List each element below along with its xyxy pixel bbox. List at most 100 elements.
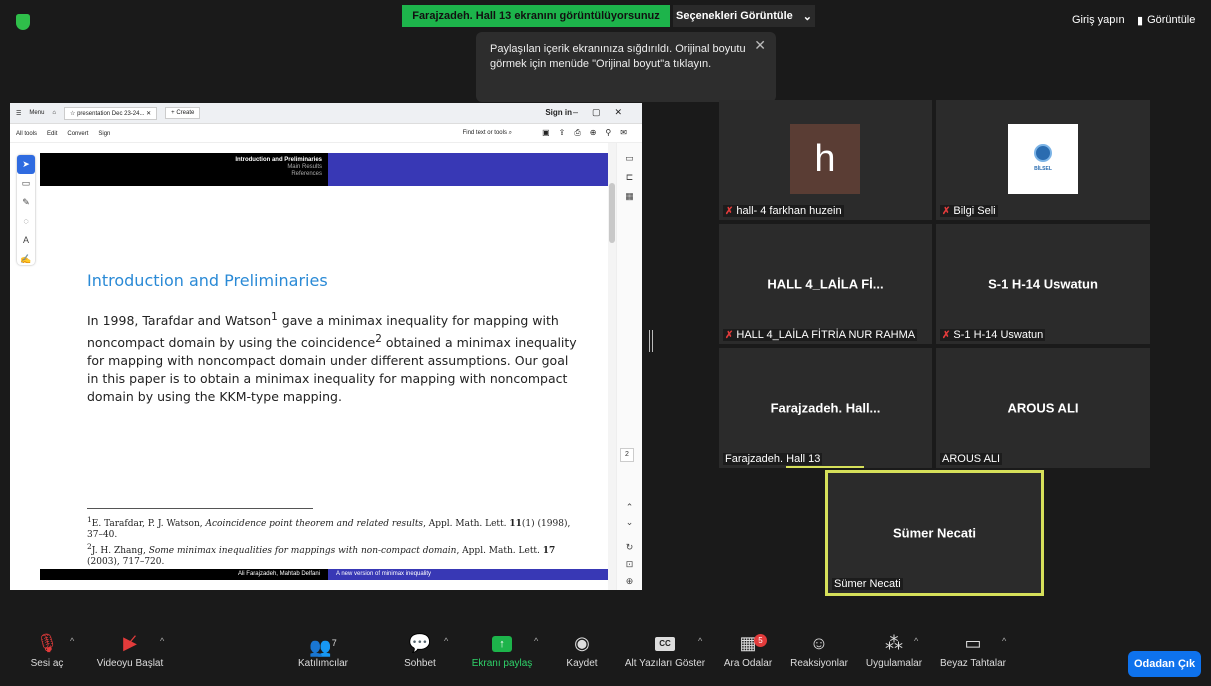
participants-count: 7	[331, 638, 337, 648]
audio-options-caret[interactable]: ^	[70, 636, 74, 646]
footnote-1-title: Acoincidence point theorem and related r…	[205, 519, 424, 529]
sign-in-link[interactable]: Giriş yapın	[1072, 14, 1125, 26]
captions-options-caret[interactable]: ^	[698, 636, 702, 646]
tooltip-text: Paylaşılan içerik ekranınıza sığdırıldı.…	[490, 43, 746, 70]
fit-notice-tooltip: Paylaşılan içerik ekranınıza sığdırıldı.…	[476, 32, 776, 102]
scroll-down-icon[interactable]: ⌄	[617, 517, 642, 528]
stamp-tool-icon[interactable]: ✍	[17, 250, 35, 269]
page-number-box[interactable]: 2	[620, 448, 634, 462]
security-shield-icon[interactable]	[16, 14, 30, 30]
document-tab[interactable]: ☆ presentation Dec 23-24... ✕	[64, 106, 158, 120]
captions-icon-wrap: CC	[620, 628, 710, 658]
participant-display-name: AROUS ALI	[1007, 400, 1079, 416]
create-tab-label: Create	[176, 110, 195, 116]
footnote-2-volume: 17	[542, 546, 556, 556]
start-video-label: Videoyu Başlat	[96, 658, 164, 669]
document-scrollbar[interactable]	[608, 143, 616, 590]
right-tool-rail: ▭ ⊏ ▦ ⌃ ⌄ ↻ ⊡ ⊕ ⊖	[616, 143, 642, 590]
view-button[interactable]: ▮ Görüntüle	[1137, 14, 1195, 27]
unmute-button[interactable]: 🎙 Sesi aç	[22, 628, 72, 686]
start-video-button[interactable]: ▶̸ Videoyu Başlat	[92, 628, 168, 686]
footnote-2-authors: J. H. Zhang,	[91, 546, 149, 556]
logo-globe-icon	[1034, 144, 1052, 162]
thumbnails-icon[interactable]: ▦	[617, 191, 642, 202]
participant-name: AROUS ALI	[942, 453, 1001, 465]
participant-tile[interactable]: AROUS ALI AROUS ALI	[936, 348, 1150, 468]
zoom-in-icon[interactable]: ⊕	[617, 576, 642, 587]
footnote-2-pages: (2003), 717–720.	[87, 557, 165, 567]
text-tool-icon[interactable]: A	[17, 231, 35, 250]
leave-room-button[interactable]: Odadan Çık	[1128, 651, 1201, 677]
tab-close-icon[interactable]: ✕	[146, 111, 151, 117]
split-divider-handle[interactable]	[649, 330, 653, 352]
captions-label: Alt Yazıları Göster	[624, 658, 706, 669]
breakout-rooms-label: Ara Odalar	[723, 658, 773, 669]
share-options-caret[interactable]: ^	[534, 636, 538, 646]
hamburger-menu-icon[interactable]: ☰	[16, 110, 21, 117]
footnote-rule	[87, 508, 313, 509]
acrobat-sign-in[interactable]: Sign in	[545, 108, 572, 117]
participant-name-tag: ✗ Bilgi Seli	[940, 205, 998, 217]
view-options-label: Seçenekleri Görüntüle	[676, 10, 793, 22]
acrobat-menu-label[interactable]: Menu	[29, 110, 44, 116]
captions-button[interactable]: CC Alt Yazıları Göster	[620, 628, 710, 686]
mic-muted-icon: ✗	[942, 329, 951, 341]
unmute-label: Sesi aç	[30, 658, 64, 669]
participant-tile[interactable]: Farajzadeh. Hall... Farajzadeh. Hall 13	[719, 348, 932, 468]
comment-tool-icon[interactable]: ▭	[17, 174, 35, 193]
whiteboards-button[interactable]: ▭ Beyaz Tahtalar	[936, 628, 1010, 686]
apps-options-caret[interactable]: ^	[914, 636, 918, 646]
menu-all-tools[interactable]: All tools	[16, 131, 37, 137]
scroll-thumb[interactable]	[609, 183, 615, 243]
participant-name: Sümer Necati	[834, 578, 901, 590]
participant-name: Bilgi Seli	[953, 205, 996, 217]
breakout-rooms-button[interactable]: ▦ Ara Odalar	[720, 628, 776, 686]
comment-panel-icon[interactable]: ▭	[617, 153, 642, 164]
pen-tool-icon[interactable]: ✎	[17, 193, 35, 212]
chat-options-caret[interactable]: ^	[444, 636, 448, 646]
participant-tile[interactable]: BİLSEL ✗ Bilgi Seli	[936, 100, 1150, 220]
record-label: Kaydet	[566, 658, 598, 669]
participants-icon: 👥	[309, 637, 332, 657]
bookmark-panel-icon[interactable]: ⊏	[617, 172, 642, 183]
chat-button[interactable]: 💬 Sohbet	[398, 628, 442, 686]
mic-muted-icon: ✗	[942, 205, 951, 217]
find-tools-field[interactable]: Find text or tools ⌕	[463, 130, 512, 137]
fit-page-icon[interactable]: ⊡	[617, 559, 642, 570]
footnote-2: 2J. H. Zhang, Some minimax inequalities …	[87, 541, 587, 568]
select-tool-icon[interactable]: ➤	[17, 155, 35, 174]
reactions-button[interactable]: ☺ Reaksiyonlar	[786, 628, 852, 686]
chat-icon: 💬	[408, 633, 432, 653]
menu-edit[interactable]: Edit	[47, 131, 57, 137]
shared-screen[interactable]: ☰ Menu ⌂ ☆ presentation Dec 23-24... ✕ +…	[10, 103, 642, 590]
create-tab[interactable]: + Create	[165, 107, 201, 119]
participant-tile[interactable]: S-1 H-14 Uswatun ✗ S-1 H-14 Uswatun	[936, 224, 1150, 344]
view-options-button[interactable]: Seçenekleri Görüntüle ⌄	[673, 5, 815, 27]
lasso-tool-icon[interactable]: ◌	[17, 212, 35, 231]
whiteboards-label: Beyaz Tahtalar	[940, 658, 1006, 669]
window-controls[interactable]: –▢✕	[573, 107, 636, 118]
video-options-caret[interactable]: ^	[160, 636, 164, 646]
close-icon[interactable]: ✕	[754, 38, 766, 53]
active-speaker-tile[interactable]: Sümer Necati Sümer Necati	[825, 470, 1044, 596]
rotate-icon[interactable]: ↻	[617, 542, 642, 553]
menu-sign[interactable]: Sign	[98, 131, 110, 137]
view-button-label: Görüntüle	[1147, 14, 1196, 26]
logo-text: BİLSEL	[1034, 166, 1052, 172]
slide-header: Introduction and Preliminaries Main Resu…	[40, 153, 612, 186]
participants-button[interactable]: 👥7 Katılımcılar	[290, 628, 356, 686]
scroll-up-icon[interactable]: ⌃	[617, 502, 642, 513]
home-icon[interactable]: ⌂	[52, 110, 56, 116]
acrobat-quick-icons[interactable]: ▣⇪⎙⊕⚲✉	[542, 128, 636, 138]
footnote-1: 1E. Tarafdar, P. J. Watson, Acoincidence…	[87, 514, 587, 541]
menu-convert[interactable]: Convert	[67, 131, 88, 137]
whiteboard-options-caret[interactable]: ^	[1002, 636, 1006, 646]
share-screen-button[interactable]: ↑ Ekranı paylaş	[470, 628, 534, 686]
reactions-label: Reaksiyonlar	[790, 658, 848, 669]
participant-tile[interactable]: HALL 4_LAİLA Fİ... ✗ HALL 4_LAİLA FİTRİA …	[719, 224, 932, 344]
breakout-rooms-icon: ▦	[739, 633, 757, 653]
record-button[interactable]: ◉ Kaydet	[560, 628, 604, 686]
participant-tile[interactable]: h ✗ hall- 4 farkhan huzein	[719, 100, 932, 220]
share-screen-label: Ekranı paylaş	[471, 658, 533, 669]
mic-muted-icon: 🎙	[35, 633, 59, 653]
